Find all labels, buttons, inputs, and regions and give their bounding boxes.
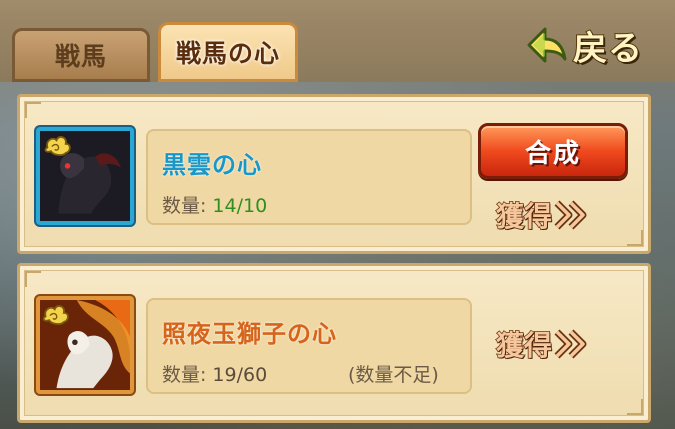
obtain-label: 獲得 xyxy=(495,199,553,234)
item-portrait[interactable] xyxy=(36,127,134,225)
back-arrow-icon xyxy=(527,27,567,63)
quantity-label: 数量: xyxy=(162,364,207,386)
quantity-value: 19/60 xyxy=(212,364,268,386)
double-chevron-right-icon xyxy=(554,200,587,230)
item-info: 黒雲の心 数量: 14/10 xyxy=(146,129,472,225)
item-card: 照夜玉獅子の心 数量: 19/60 (数量不足) 獲得 xyxy=(17,263,651,423)
quantity: 数量: 19/60 xyxy=(162,360,267,387)
item-portrait[interactable] xyxy=(36,296,134,394)
quantity-label: 数量: xyxy=(162,195,207,217)
item-info: 照夜玉獅子の心 数量: 19/60 (数量不足) xyxy=(146,298,472,394)
back-button[interactable]: 戻る xyxy=(525,22,657,70)
double-chevron-right-icon xyxy=(554,329,587,359)
insufficient-status: (数量不足) xyxy=(348,364,439,386)
tab-warhorse[interactable]: 戦馬 xyxy=(12,28,150,82)
tab-warhorse-heart[interactable]: 戦馬の心 xyxy=(158,22,298,82)
item-name: 黒雲の心 xyxy=(162,151,262,179)
obtain-button[interactable]: 獲得 xyxy=(495,195,608,235)
item-card: 黒雲の心 数量: 14/10 合成 獲得 xyxy=(17,94,651,254)
game-screen: 戦馬 戦馬の心 戻る 黒雲の心 数量: 14/10 合成 獲得 照夜玉獅子の心 … xyxy=(0,0,675,429)
white-lion-horse-icon xyxy=(40,300,130,390)
compose-button[interactable]: 合成 xyxy=(478,123,628,179)
obtain-label: 獲得 xyxy=(495,328,553,363)
back-label: 戻る xyxy=(572,28,643,70)
quantity-value: 14/10 xyxy=(212,195,268,217)
obtain-button[interactable]: 獲得 xyxy=(495,324,608,364)
black-horse-icon xyxy=(40,131,130,221)
quantity: 数量: 14/10 xyxy=(162,191,267,218)
item-name: 照夜玉獅子の心 xyxy=(162,320,337,348)
